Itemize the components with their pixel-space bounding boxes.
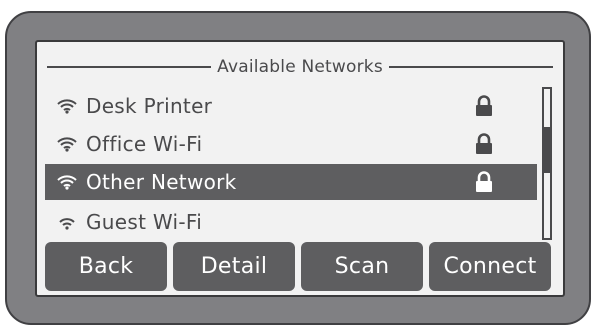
wifi-icon bbox=[56, 214, 78, 230]
wifi-icon bbox=[56, 98, 78, 114]
detail-button[interactable]: Detail bbox=[173, 242, 295, 291]
lock-icon bbox=[475, 171, 493, 193]
network-row-other-network[interactable]: Other Network bbox=[45, 164, 537, 200]
back-button[interactable]: Back bbox=[45, 242, 167, 291]
network-list: Desk Printer Office Wi-Fi Other Network … bbox=[45, 88, 537, 242]
header-rule-right bbox=[388, 66, 554, 68]
lock-icon bbox=[475, 133, 493, 155]
header-rule-left bbox=[47, 66, 212, 68]
device-screen: Available Networks Desk Printer Office W… bbox=[35, 40, 565, 297]
wifi-icon bbox=[56, 136, 78, 152]
network-name: Other Network bbox=[86, 170, 237, 194]
network-name: Office Wi-Fi bbox=[86, 132, 203, 156]
connect-button[interactable]: Connect bbox=[429, 242, 551, 291]
network-row-guest-wifi[interactable]: Guest Wi-Fi bbox=[45, 204, 537, 240]
button-bar: Back Detail Scan Connect bbox=[45, 242, 553, 292]
list-scrollbar[interactable] bbox=[542, 87, 552, 240]
wifi-icon bbox=[56, 174, 78, 190]
network-row-office-wifi[interactable]: Office Wi-Fi bbox=[45, 126, 537, 162]
network-name: Guest Wi-Fi bbox=[86, 210, 203, 234]
list-header: Available Networks bbox=[47, 56, 554, 78]
scrollbar-thumb[interactable] bbox=[544, 127, 550, 173]
lock-icon bbox=[475, 95, 493, 117]
network-row-desk-printer[interactable]: Desk Printer bbox=[45, 88, 537, 124]
scan-button[interactable]: Scan bbox=[301, 242, 423, 291]
network-name: Desk Printer bbox=[86, 94, 213, 118]
header-title: Available Networks bbox=[217, 57, 383, 77]
